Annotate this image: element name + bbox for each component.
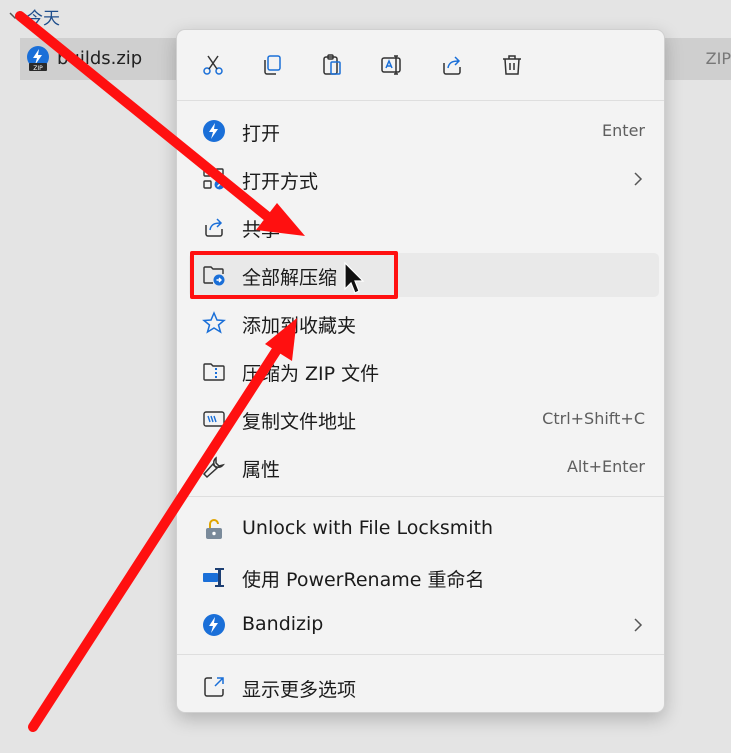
more-options-icon — [204, 677, 224, 697]
menu-item-bandizip[interactable]: Bandizip — [189, 603, 659, 647]
menu-item-powerrename[interactable]: 使用 PowerRename 重命名 — [189, 555, 659, 599]
lock-icon — [206, 519, 222, 539]
trash-icon — [503, 55, 521, 75]
copy-path-icon — [203, 411, 225, 427]
group-label: 今天 — [26, 8, 60, 29]
menu-item-label: 打开方式 — [242, 171, 319, 193]
menu-item-add-to-favorites[interactable]: 添加到收藏夹 — [189, 301, 659, 345]
star-icon — [202, 311, 226, 334]
menu-item-label: 打开 — [242, 123, 281, 145]
chevron-right-icon — [634, 618, 643, 632]
share-icon — [443, 56, 461, 75]
rename-icon — [381, 55, 401, 75]
delete-button[interactable] — [498, 51, 526, 79]
menu-item-label: 显示更多选项 — [242, 679, 357, 701]
context-menu: 打开 Enter 打开方式 共享 全部解压缩 添加到收藏夹 压缩为 ZIP 文件… — [176, 29, 665, 713]
share-button[interactable] — [438, 51, 466, 79]
screen: 今天 ZIP builds.zip ZIP 打开 Enter 打开方式 共享 全… — [0, 0, 731, 753]
cut-icon — [203, 55, 223, 75]
paste-icon — [323, 54, 341, 75]
shortcut-label: Ctrl+Shift+C — [542, 409, 645, 428]
menu-item-open-with[interactable]: 打开方式 — [189, 157, 659, 201]
menu-item-file-locksmith[interactable]: Unlock with File Locksmith — [189, 507, 659, 551]
menu-item-copy-path[interactable]: 复制文件地址 Ctrl+Shift+C — [189, 397, 659, 441]
group-header-today[interactable]: 今天 — [8, 4, 60, 29]
menu-item-show-more-options[interactable]: 显示更多选项 — [189, 665, 659, 709]
menu-separator — [177, 654, 664, 655]
menu-separator — [177, 496, 664, 497]
menu-item-label: 属性 — [242, 459, 281, 481]
copy-button[interactable] — [258, 51, 286, 79]
rename-button[interactable] — [378, 51, 406, 79]
menu-item-properties[interactable]: 属性 Alt+Enter — [189, 445, 659, 489]
paste-button[interactable] — [318, 51, 346, 79]
shortcut-label: Alt+Enter — [566, 457, 645, 476]
menu-item-compress-zip[interactable]: 压缩为 ZIP 文件 — [189, 349, 659, 393]
context-menu-toolbar — [177, 30, 664, 101]
powerrename-icon — [203, 568, 224, 587]
copy-icon — [264, 55, 281, 75]
zip-file-icon: ZIP — [27, 46, 49, 72]
shortcut-label: Enter — [602, 121, 645, 140]
menu-item-label: 压缩为 ZIP 文件 — [242, 363, 380, 385]
share-icon — [205, 218, 223, 237]
svg-text:ZIP: ZIP — [33, 65, 43, 72]
open-with-icon — [203, 168, 225, 190]
menu-item-share[interactable]: 共享 — [189, 205, 659, 249]
wrench-icon — [202, 456, 225, 479]
menu-item-open[interactable]: 打开 Enter — [189, 109, 659, 153]
file-name: builds.zip — [57, 48, 143, 69]
menu-item-label: 添加到收藏夹 — [242, 315, 357, 337]
menu-item-label: Unlock with File Locksmith — [242, 517, 494, 539]
chevron-down-icon — [9, 12, 21, 20]
file-type: ZIP — [705, 49, 731, 68]
cut-button[interactable] — [199, 51, 227, 79]
zip-folder-icon — [203, 363, 225, 381]
annotation-highlight-box — [190, 251, 398, 299]
bandizip-icon — [203, 614, 225, 636]
chevron-right-icon — [634, 172, 643, 186]
menu-item-label: 复制文件地址 — [242, 411, 357, 433]
bandizip-icon — [203, 120, 225, 142]
menu-item-label: Bandizip — [242, 613, 324, 635]
menu-item-label: 共享 — [242, 219, 281, 241]
menu-item-label: 使用 PowerRename 重命名 — [242, 569, 485, 591]
